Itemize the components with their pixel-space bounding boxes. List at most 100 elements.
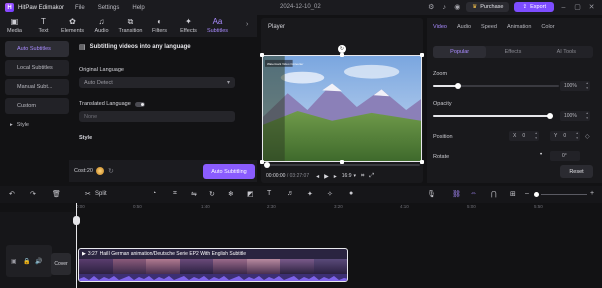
resize-handle-tl[interactable] xyxy=(260,53,264,57)
cover-button[interactable]: Cover xyxy=(51,253,71,275)
timeline-zoom-knob[interactable] xyxy=(534,192,539,197)
play-icon[interactable]: ▶ xyxy=(324,173,329,180)
playback-progress[interactable] xyxy=(264,162,420,168)
zoom-slider[interactable] xyxy=(433,83,559,89)
zoom-out-icon[interactable]: – xyxy=(525,190,529,197)
track-visibility-icon[interactable]: ▣ xyxy=(11,258,17,265)
tab-color[interactable]: Color xyxy=(541,24,554,30)
stepper-icon[interactable]: ▴ ▾ xyxy=(535,131,537,141)
opacity-slider[interactable] xyxy=(433,113,553,119)
resize-handle-br[interactable] xyxy=(420,160,424,164)
mask-icon[interactable]: ◩ xyxy=(247,190,254,198)
sidenav-custom[interactable]: Custom xyxy=(5,98,69,114)
link-icon[interactable]: ⛓ xyxy=(452,190,461,198)
freeze-icon[interactable]: ❄ xyxy=(228,190,234,198)
ai-icon[interactable]: ✧ xyxy=(327,190,333,198)
stepper-icon[interactable]: ▴ ▾ xyxy=(576,131,578,141)
keyframe-icon[interactable]: ◇ xyxy=(585,133,590,140)
position-y-input[interactable]: Y 0 ▴ ▾ xyxy=(550,131,580,141)
tabs-scroll-right-icon[interactable]: › xyxy=(246,21,248,28)
resize-handle-top[interactable] xyxy=(340,53,344,57)
chevron-down-icon[interactable]: ▾ xyxy=(354,173,357,179)
tab-video[interactable]: Video xyxy=(433,24,447,30)
opacity-value-input[interactable]: 100% ▴ ▾ xyxy=(560,111,590,121)
fullscreen-icon[interactable]: ⤢ xyxy=(369,173,374,180)
segment-effects[interactable]: Effects xyxy=(486,46,539,58)
undo-icon[interactable]: ↶ xyxy=(9,190,15,198)
snap-icon[interactable]: ⇔ xyxy=(470,190,477,197)
sidenav-auto-subtitles[interactable]: Auto Subtitles xyxy=(5,41,69,57)
maximize-icon[interactable]: ▢ xyxy=(573,3,582,11)
close-icon[interactable]: ✕ xyxy=(587,3,596,11)
user-avatar-icon[interactable]: ◉ xyxy=(453,3,461,11)
menu-help[interactable]: Help xyxy=(132,5,144,11)
mirror-icon[interactable]: ⇋ xyxy=(191,190,197,198)
segment-ai-tools[interactable]: AI Tools xyxy=(540,46,593,58)
zoom-slider-knob[interactable] xyxy=(455,83,461,89)
rotate-value-input[interactable]: 0° xyxy=(550,151,580,161)
fit-icon[interactable]: ⊞ xyxy=(510,190,516,198)
split-label[interactable]: Split xyxy=(95,191,107,197)
translated-language-toggle[interactable] xyxy=(134,101,145,107)
tab-speed[interactable]: Speed xyxy=(481,24,497,30)
position-x-input[interactable]: X 0 ▴ ▾ xyxy=(509,131,539,141)
tab-effects[interactable]: ✦ Effects xyxy=(174,15,203,37)
resize-handle-tr[interactable] xyxy=(420,53,424,57)
settings-gear-icon[interactable]: ⚙ xyxy=(427,3,435,11)
aspect-ratio-select[interactable]: 16:9 xyxy=(342,173,352,179)
menu-file[interactable]: File xyxy=(75,5,85,11)
original-language-select[interactable]: Auto Detect ▾ xyxy=(79,77,235,88)
crop-icon[interactable]: ⌗ xyxy=(173,190,177,198)
track-lock-icon[interactable]: 🔒 xyxy=(23,258,30,265)
tab-audio[interactable]: ♫ Audio xyxy=(87,15,116,37)
microphone-icon[interactable]: 🎙 xyxy=(427,190,436,198)
split-icon[interactable]: ✂ xyxy=(85,190,91,198)
zoom-value-input[interactable]: 100% ▴ ▾ xyxy=(560,81,590,91)
stepper-icon[interactable]: ▴ ▾ xyxy=(586,111,588,121)
rotate-dot-icon[interactable]: • xyxy=(540,152,542,158)
tab-text[interactable]: T Text xyxy=(29,15,58,37)
opacity-slider-knob[interactable] xyxy=(547,113,553,119)
zoom-in-icon[interactable]: + xyxy=(590,190,594,197)
export-button[interactable]: ⇪ Export xyxy=(514,2,554,12)
notification-bell-icon[interactable]: ♪ xyxy=(440,3,448,11)
delete-icon[interactable]: 🗑 xyxy=(52,190,61,198)
video-preview[interactable]: Watermark Video Converter xyxy=(262,55,422,162)
tab-subtitles[interactable]: Aa Subtitles xyxy=(203,15,232,37)
tab-media[interactable]: ▣ Media xyxy=(0,15,29,37)
tab-audio-props[interactable]: Audio xyxy=(457,24,471,30)
minimize-icon[interactable]: – xyxy=(559,4,568,11)
redo-icon[interactable]: ↷ xyxy=(30,190,36,198)
playhead-handle[interactable] xyxy=(73,216,80,225)
refresh-icon[interactable]: ↻ xyxy=(108,167,114,175)
tab-elements[interactable]: ✿ Elements xyxy=(58,15,87,37)
text-tool-icon[interactable]: T xyxy=(267,190,271,197)
track-mute-icon[interactable]: 🔊 xyxy=(35,258,42,265)
sidenav-manual-subtitles[interactable]: Manual Subt... xyxy=(5,79,69,95)
rotate-handle-icon[interactable]: ↻ xyxy=(338,45,346,53)
sidenav-local-subtitles[interactable]: Local Subtitles xyxy=(5,60,69,76)
sidenav-style[interactable]: ▸ Style xyxy=(5,117,69,133)
timeline-ruler[interactable]: 0:00 0:50 1:40 2:30 3:20 4:10 5:00 5:50 xyxy=(76,203,602,212)
menu-settings[interactable]: Settings xyxy=(98,5,120,11)
video-clip[interactable]: ▶ 3:27 HaiII German animation/Deutsche S… xyxy=(78,248,348,282)
tab-transition[interactable]: ⧉ Transition xyxy=(116,15,145,37)
record-icon[interactable]: ● xyxy=(349,190,353,197)
translated-language-select[interactable]: None xyxy=(79,111,235,122)
segment-popular[interactable]: Popular xyxy=(433,46,487,58)
crop-icon[interactable]: ⌗ xyxy=(361,173,364,180)
reset-button[interactable]: Reset xyxy=(560,165,593,178)
audio-detach-icon[interactable]: ♬ xyxy=(287,190,294,197)
timeline-zoom-slider[interactable] xyxy=(541,194,587,195)
tab-animation[interactable]: Animation xyxy=(507,24,531,30)
magnet-icon[interactable]: ⋂ xyxy=(491,190,497,198)
next-frame-icon[interactable]: ▸ xyxy=(334,173,337,180)
previous-frame-icon[interactable]: ◂ xyxy=(316,173,319,180)
effect-icon[interactable]: ✦ xyxy=(307,190,313,198)
stepper-icon[interactable]: ▴ ▾ xyxy=(586,81,588,91)
auto-subtitling-button[interactable]: Auto Subtitling xyxy=(203,164,255,179)
rotate-icon[interactable]: ↻ xyxy=(209,190,215,198)
purchase-button[interactable]: ♛ Purchase xyxy=(466,2,510,12)
progress-knob[interactable] xyxy=(264,162,270,168)
tab-filters[interactable]: ◐ Filters xyxy=(145,15,174,37)
